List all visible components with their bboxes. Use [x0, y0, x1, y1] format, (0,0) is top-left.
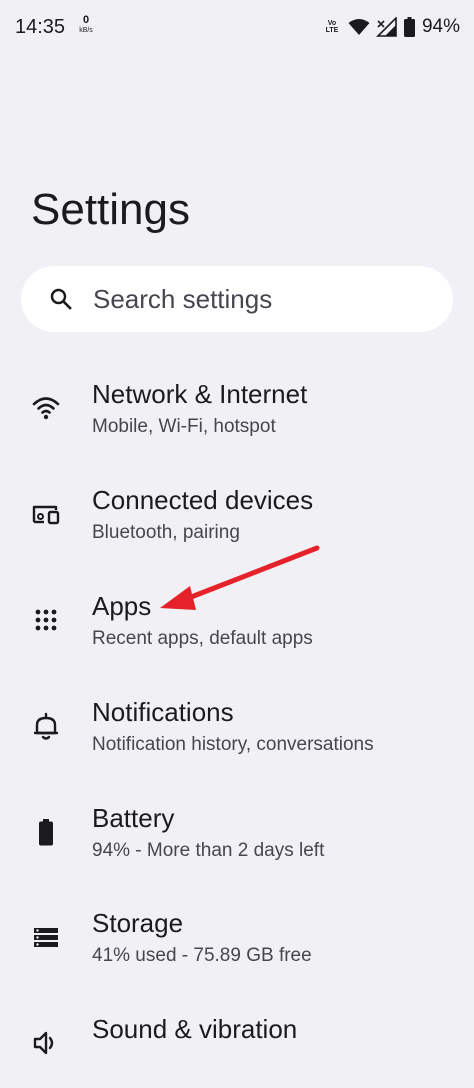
settings-item-subtitle: Mobile, Wi-Fi, hotspot [92, 416, 276, 437]
settings-item-subtitle: Bluetooth, pairing [92, 522, 240, 543]
volte-label-top: Vo [327, 20, 337, 27]
status-clock: 14:35 [15, 16, 66, 38]
settings-item-title: Network & Internet [92, 379, 308, 409]
status-bar: 14:35 0 kB/s Vo LTE 94% [0, 0, 474, 58]
settings-item-subtitle: Notification history, conversations [92, 734, 374, 755]
search-settings-bar[interactable]: Search settings [21, 266, 453, 332]
battery-status-icon [403, 17, 415, 37]
network-speed-value: 0 [82, 14, 90, 26]
settings-item-sound-vibration[interactable]: Sound & vibration [0, 998, 474, 1088]
connected-devices-icon [32, 505, 60, 525]
network-speed-indicator: 0 kB/s [75, 14, 97, 35]
settings-item-title: Storage [92, 908, 184, 938]
page-title: Settings [31, 185, 190, 234]
settings-item-subtitle: Recent apps, default apps [92, 628, 313, 649]
settings-item-battery[interactable]: Battery 94% - More than 2 days left [0, 787, 474, 877]
settings-item-title: Apps [92, 591, 152, 621]
settings-item-title: Notifications [92, 697, 234, 727]
signal-strength-icon [376, 17, 397, 37]
search-placeholder: Search settings [93, 283, 273, 314]
storage-icon [34, 928, 58, 947]
settings-item-notifications[interactable]: Notifications Notification history, conv… [0, 681, 474, 771]
wifi-status-icon [348, 19, 370, 35]
volte-label-bottom: LTE [325, 27, 339, 34]
settings-item-title: Connected devices [92, 485, 314, 515]
search-icon [50, 288, 72, 310]
settings-item-apps[interactable]: Apps Recent apps, default apps [0, 575, 474, 665]
battery-icon [39, 819, 53, 846]
settings-item-title: Sound & vibration [92, 1014, 298, 1044]
status-icons: Vo LTE 94% [322, 14, 460, 40]
volume-icon [33, 1031, 54, 1055]
settings-item-storage[interactable]: Storage 41% used - 75.89 GB free [0, 892, 474, 982]
battery-percentage: 94% [421, 16, 460, 37]
settings-item-subtitle: 41% used - 75.89 GB free [92, 945, 312, 966]
settings-item-connected-devices[interactable]: Connected devices Bluetooth, pairing [0, 469, 474, 559]
settings-item-subtitle: 94% - More than 2 days left [92, 840, 325, 861]
apps-grid-icon [35, 609, 57, 631]
settings-item-network-internet[interactable]: Network & Internet Mobile, Wi-Fi, hotspo… [0, 363, 474, 453]
network-speed-unit: kB/s [79, 27, 93, 34]
bell-icon [33, 712, 59, 740]
settings-item-title: Battery [92, 803, 175, 833]
wifi-icon [32, 397, 60, 420]
volte-indicator: Vo LTE [322, 20, 342, 34]
